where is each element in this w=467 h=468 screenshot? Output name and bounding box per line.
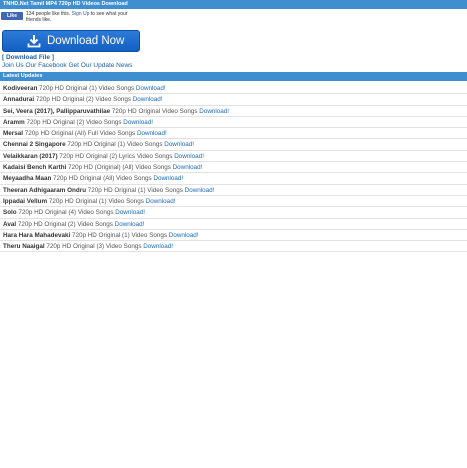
video-title[interactable]: Aramm [3,119,25,126]
video-desc: 720p HD Original (1) Video Songs [70,231,169,239]
list-item[interactable]: Theru Naaigal 720p HD Original (3) Video… [0,241,467,253]
video-title[interactable]: Theru Naaigal [3,243,45,250]
video-desc: 720p HD Original (4) Video Songs [16,209,116,217]
latest-updates-title: Latest Updates [3,73,43,79]
video-title[interactable]: Theeran Adhigaaram Ondru [3,187,86,194]
download-file-link[interactable]: [ Download File ] [2,54,54,61]
download-icon [27,35,41,48]
video-title[interactable]: Kodiveeran [3,85,37,92]
list-item[interactable]: Sei, Veera (2017), Pallipparuvathilae 72… [0,106,467,117]
list-item[interactable]: Meyaadha Maan 720p HD Original (All) Vid… [0,173,467,185]
video-desc: 720p HD Original (1) Video Songs [65,141,165,149]
video-title[interactable]: Chennai 2 Singapore [3,141,66,148]
list-item[interactable]: Hara Hara Mahadevaki 720p HD Original (1… [0,230,467,242]
facebook-like-button[interactable]: Like [1,12,23,20]
video-title[interactable]: Velaikkaran (2017) [3,153,58,160]
list-item[interactable]: Theeran Adhigaaram Ondru 720p HD Origina… [0,185,467,196]
video-title[interactable]: Mersal [3,130,23,137]
site-header: TNHD.Net Tamil MP4 720p HD Videos Downlo… [0,0,467,9]
download-link[interactable]: Download! [136,85,166,92]
video-desc: 720p HD (Original) (All) Video Songs [66,164,173,172]
list-item[interactable]: Kodiveeran 720p HD Original (1) Video So… [0,83,467,95]
video-title[interactable]: Annadurai [3,96,34,103]
site-title: TNHD.Net Tamil MP4 720p HD Videos Downlo… [3,1,128,7]
video-desc: 720p HD Original (2) Lyrics Video Songs [57,152,175,160]
facebook-like-widget: Like 134 people like this. Sign Up to se… [1,11,201,25]
video-title[interactable]: Sei, Veera (2017), Pallipparuvathilae [3,108,110,115]
list-item[interactable]: Mersal 720p HD Original (All) Full Video… [0,128,467,140]
video-desc: 720p HD Original (2) Video Songs [16,220,115,228]
list-item[interactable]: Solo 720p HD Original (4) Video Songs Do… [0,207,467,219]
list-item[interactable]: Annadurai 720p HD Original (2) Video Son… [0,94,467,106]
video-desc: 720p HD Original (All) Full Video Songs [22,130,137,138]
video-title[interactable]: Ippadai Vellum [3,198,47,205]
download-link[interactable]: Download! [199,108,229,115]
download-link[interactable]: Download! [173,164,203,171]
video-title[interactable]: Hara Hara Mahadevaki [3,232,70,239]
video-title[interactable]: Meyaadha Maan [3,175,51,182]
download-now-button[interactable]: Download Now [2,30,140,52]
download-link[interactable]: Download! [123,119,153,126]
latest-updates-header: Latest Updates [0,72,467,81]
list-item[interactable]: Kadaisi Bench Karthi 720p HD (Original) … [0,162,467,174]
download-link[interactable]: Download! [133,96,163,103]
download-link[interactable]: Download! [169,232,199,239]
social-links: Join Us Our Facebook Get Our Update News [2,62,132,69]
download-link[interactable]: Download! [143,243,173,250]
join-facebook-link[interactable]: Join Us Our Facebook [2,62,67,69]
update-news-link[interactable]: Get Our Update News [68,62,132,69]
download-link[interactable]: Download! [137,130,167,137]
facebook-like-text: 134 people like this. Sign Up to see wha… [26,11,136,23]
download-link[interactable]: Download! [153,175,183,182]
video-desc: 720p HD Original (2) Video Songs [34,96,133,104]
video-desc: 720p HD Original (1) Video Songs [86,186,185,194]
download-link[interactable]: Download! [185,187,215,194]
video-desc: 720p HD Original (1) Video Songs [37,85,136,92]
video-title[interactable]: Solo [3,209,17,216]
download-link[interactable]: Download! [115,221,145,228]
facebook-like-label: Like [6,13,17,19]
download-now-label: Download Now [47,35,125,47]
list-item[interactable]: Aval 720p HD Original (2) Video Songs Do… [0,219,467,230]
latest-updates-list: Kodiveeran 720p HD Original (1) Video So… [0,83,467,253]
download-link[interactable]: Download! [174,153,204,160]
facebook-signup-link[interactable]: Sign Up [72,11,90,17]
download-link[interactable]: Download! [146,198,176,205]
list-item[interactable]: Velaikkaran (2017) 720p HD Original (2) … [0,151,467,163]
video-title[interactable]: Aval [3,221,16,228]
list-item[interactable]: Ippadai Vellum 720p HD Original (1) Vide… [0,196,467,208]
download-link[interactable]: Download! [164,141,194,148]
video-desc: 720p HD Original (2) Video Songs [24,118,124,126]
list-item[interactable]: Chennai 2 Singapore 720p HD Original (1)… [0,139,467,151]
video-desc: 720p HD Original (3) Video Songs [44,243,144,251]
video-desc: 720p HD Original Video Songs [110,107,200,115]
video-desc: 720p HD Original (1) Video Songs [47,197,146,205]
video-title[interactable]: Kadaisi Bench Karthi [3,164,66,171]
download-link[interactable]: Download! [115,209,145,216]
video-desc: 720p HD Original (All) Video Songs [51,175,154,183]
list-item[interactable]: Aramm 720p HD Original (2) Video Songs D… [0,117,467,129]
